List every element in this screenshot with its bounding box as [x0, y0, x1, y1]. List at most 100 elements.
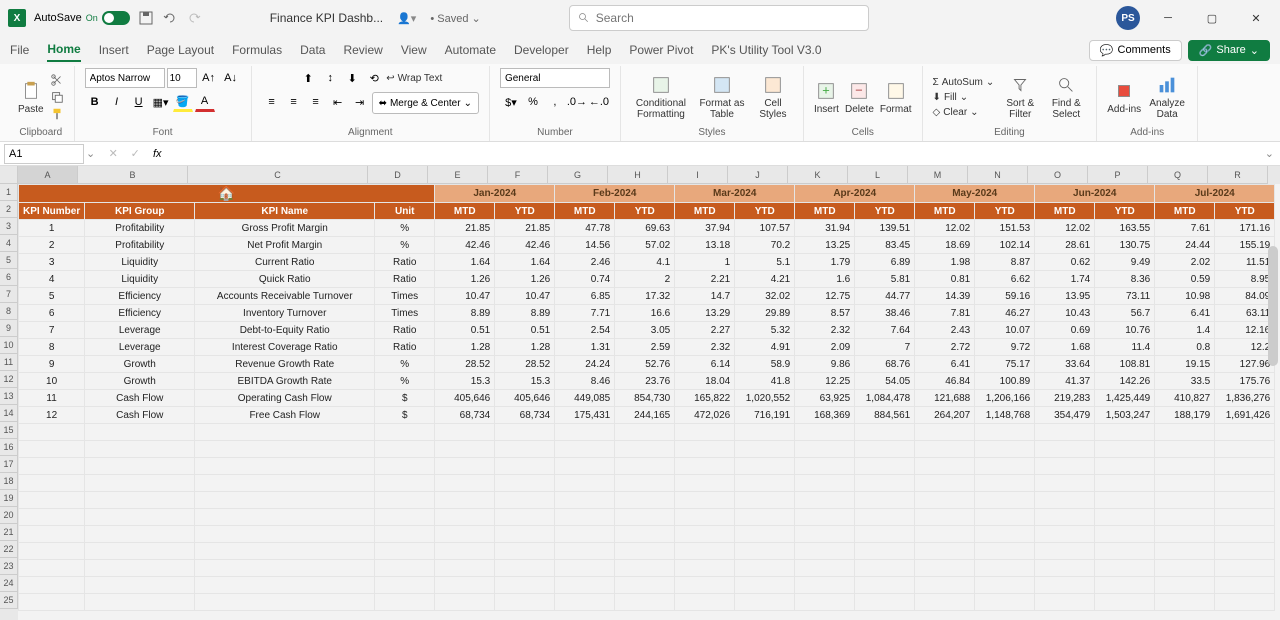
kpi-value[interactable]: 14.39 [915, 288, 975, 305]
empty-cell[interactable] [435, 424, 495, 441]
empty-cell[interactable] [19, 475, 85, 492]
empty-cell[interactable] [19, 509, 85, 526]
table-header[interactable]: YTD [615, 203, 675, 220]
kpi-value[interactable]: 1.74 [1035, 271, 1095, 288]
row-header[interactable]: 20 [0, 507, 18, 524]
kpi-value[interactable]: 1,691,426 [1215, 407, 1275, 424]
empty-cell[interactable] [1035, 509, 1095, 526]
kpi-value[interactable]: 73.11 [1095, 288, 1155, 305]
kpi-value[interactable]: 1.64 [435, 254, 495, 271]
kpi-value[interactable]: 33.64 [1035, 356, 1095, 373]
kpi-value[interactable]: 9.49 [1095, 254, 1155, 271]
empty-cell[interactable] [555, 475, 615, 492]
empty-cell[interactable] [615, 543, 675, 560]
kpi-value[interactable]: 0.51 [435, 322, 495, 339]
toggle-switch-icon[interactable] [102, 11, 130, 25]
kpi-value[interactable]: 68.76 [855, 356, 915, 373]
increase-font-icon[interactable]: A↑ [199, 68, 219, 88]
empty-cell[interactable] [615, 577, 675, 594]
empty-cell[interactable] [435, 594, 495, 611]
table-header[interactable]: MTD [795, 203, 855, 220]
redo-icon[interactable] [186, 10, 202, 26]
empty-cell[interactable] [855, 492, 915, 509]
empty-cell[interactable] [975, 441, 1035, 458]
empty-cell[interactable] [675, 543, 735, 560]
search-box[interactable] [569, 5, 869, 31]
font-size-select[interactable] [167, 68, 197, 88]
underline-button[interactable]: U [129, 92, 149, 112]
empty-cell[interactable] [555, 492, 615, 509]
empty-cell[interactable] [19, 543, 85, 560]
empty-cell[interactable] [975, 475, 1035, 492]
empty-cell[interactable] [435, 441, 495, 458]
month-header[interactable]: Jan-2024 [435, 185, 555, 203]
kpi-value[interactable]: 854,730 [615, 390, 675, 407]
kpi-value[interactable]: 102.14 [975, 237, 1035, 254]
empty-cell[interactable] [1215, 441, 1275, 458]
row-header[interactable]: 22 [0, 541, 18, 558]
kpi-name[interactable]: EBITDA Growth Rate [195, 373, 375, 390]
row-header[interactable]: 23 [0, 558, 18, 575]
empty-cell[interactable] [855, 560, 915, 577]
empty-cell[interactable] [19, 526, 85, 543]
empty-cell[interactable] [85, 458, 195, 475]
kpi-value[interactable]: 2.72 [915, 339, 975, 356]
bold-button[interactable]: B [85, 92, 105, 112]
empty-cell[interactable] [85, 441, 195, 458]
kpi-value[interactable]: 42.46 [435, 237, 495, 254]
kpi-value[interactable]: 2.32 [675, 339, 735, 356]
kpi-value[interactable]: 1.31 [555, 339, 615, 356]
empty-cell[interactable] [1155, 458, 1215, 475]
kpi-name[interactable]: Inventory Turnover [195, 305, 375, 322]
empty-cell[interactable] [735, 560, 795, 577]
empty-cell[interactable] [1155, 441, 1215, 458]
empty-cell[interactable] [1155, 475, 1215, 492]
insert-function-icon[interactable]: fx [147, 144, 167, 164]
kpi-value[interactable]: 28.52 [495, 356, 555, 373]
kpi-value[interactable]: 139.51 [855, 220, 915, 237]
column-header[interactable]: C [188, 166, 368, 184]
empty-cell[interactable] [1155, 577, 1215, 594]
kpi-value[interactable]: 100.89 [975, 373, 1035, 390]
kpi-value[interactable]: 108.81 [1095, 356, 1155, 373]
kpi-number[interactable]: 4 [19, 271, 85, 288]
empty-cell[interactable] [915, 492, 975, 509]
table-header[interactable]: MTD [915, 203, 975, 220]
kpi-value[interactable]: 10.47 [495, 288, 555, 305]
addins-button[interactable]: Add-ins [1107, 80, 1141, 115]
sort-filter-button[interactable]: Sort & Filter [1000, 74, 1040, 120]
empty-cell[interactable] [1095, 577, 1155, 594]
kpi-value[interactable]: 354,479 [1035, 407, 1095, 424]
analyze-data-button[interactable]: Analyze Data [1147, 74, 1187, 120]
empty-cell[interactable] [855, 475, 915, 492]
kpi-value[interactable]: 2.46 [555, 254, 615, 271]
empty-cell[interactable] [195, 509, 375, 526]
table-header[interactable]: YTD [1095, 203, 1155, 220]
kpi-value[interactable]: 410,827 [1155, 390, 1215, 407]
empty-cell[interactable] [615, 526, 675, 543]
kpi-value[interactable]: 175.76 [1215, 373, 1275, 390]
align-center-icon[interactable]: ≡ [284, 92, 304, 112]
kpi-value[interactable]: 14.7 [675, 288, 735, 305]
empty-cell[interactable] [1095, 424, 1155, 441]
table-header[interactable]: Unit [375, 203, 435, 220]
empty-cell[interactable] [19, 458, 85, 475]
fill-color-button[interactable]: 🪣 [173, 92, 193, 112]
column-header[interactable]: D [368, 166, 428, 184]
kpi-group[interactable]: Liquidity [85, 271, 195, 288]
row-header[interactable]: 12 [0, 371, 18, 388]
empty-cell[interactable] [555, 441, 615, 458]
kpi-value[interactable]: 168,369 [795, 407, 855, 424]
close-button[interactable]: ✕ [1240, 2, 1272, 34]
kpi-value[interactable]: 1.28 [495, 339, 555, 356]
month-header[interactable]: Mar-2024 [675, 185, 795, 203]
kpi-group[interactable]: Growth [85, 356, 195, 373]
kpi-value[interactable]: 69.63 [615, 220, 675, 237]
kpi-value[interactable]: 5.1 [735, 254, 795, 271]
empty-cell[interactable] [1095, 560, 1155, 577]
kpi-value[interactable]: 1.4 [1155, 322, 1215, 339]
empty-cell[interactable] [615, 441, 675, 458]
kpi-value[interactable]: 41.8 [735, 373, 795, 390]
kpi-value[interactable]: 18.04 [675, 373, 735, 390]
row-header[interactable]: 18 [0, 473, 18, 490]
